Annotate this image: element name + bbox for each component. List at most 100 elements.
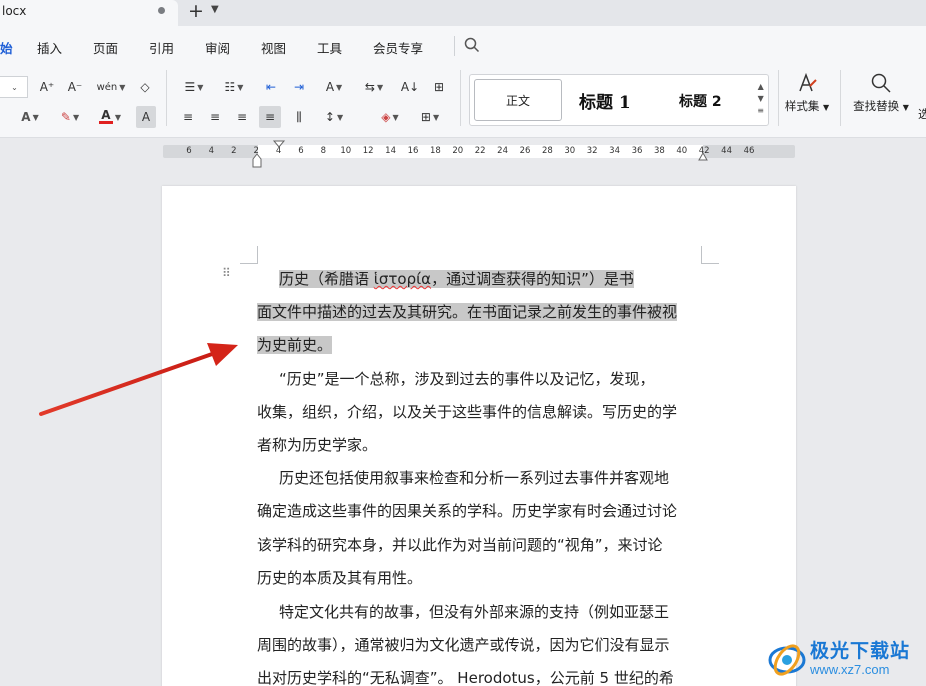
- shading-button[interactable]: ◈ ▼: [374, 106, 406, 128]
- highlighter-icon: ✎: [60, 110, 71, 124]
- style-set-button[interactable]: 样式集 ▼: [778, 72, 836, 114]
- paragraph-line: 收集，组织，介绍，以及关于这些事件的信息解读。写历史的学: [257, 403, 678, 421]
- style-heading-1[interactable]: 标题 1: [579, 88, 631, 113]
- clear-format-button[interactable]: ◇: [134, 76, 156, 98]
- ruler-tick-label: 46: [743, 146, 755, 156]
- style-normal[interactable]: 正文: [474, 79, 562, 121]
- ruler-tick-label: 4: [208, 146, 215, 156]
- numbered-list-icon: ☷: [224, 80, 236, 94]
- ruler-tick-label: 2: [231, 146, 237, 156]
- align-center-button[interactable]: ≡: [205, 106, 225, 128]
- group-divider: [166, 70, 167, 126]
- bullet-list-icon: ☰: [184, 80, 196, 94]
- paragraph-line: 特定文化共有的故事，但没有外部来源的支持（例如亚瑟王: [279, 603, 670, 621]
- unsaved-dot-icon[interactable]: [158, 7, 165, 14]
- magnifier-icon: [871, 73, 891, 93]
- ruler-tick-label: 22: [474, 146, 486, 156]
- ruler-tick-label: 44: [721, 146, 732, 156]
- border-button[interactable]: ⊞ ▼: [414, 106, 446, 128]
- drag-handle-icon[interactable]: ⠿: [222, 267, 231, 279]
- style-gallery: 正文 标题 1 标题 2 ▲ ▼ ≡: [469, 74, 769, 126]
- paint-bucket-icon: ◈: [381, 110, 391, 124]
- document-page[interactable]: ⠿ 历史（希腊语 ἱστορία，通过调查获得的知识”）是书 面文件中描述的过去…: [162, 186, 796, 686]
- tab-menu-chevron-icon[interactable]: ▼: [211, 4, 219, 15]
- ruler-tick-label: 6: [298, 146, 304, 156]
- group-divider: [840, 70, 841, 126]
- ruler-tick-label: 12: [362, 146, 374, 156]
- text-effect-button[interactable]: A ▼: [14, 106, 46, 128]
- new-tab-button[interactable]: +: [188, 1, 204, 21]
- paragraph-line: 历史还包括使用叙事来检查和分析一系列过去事件并客观地: [279, 469, 670, 487]
- ribbon: 始 插入 页面 引用 审阅 视图 工具 会员专享 ⌄ A⁺ A⁻ wén ▼ ◇ …: [0, 26, 926, 138]
- paragraph-line: 周围的故事），通常被归为文化遗产或传说，因为它们没有显示: [257, 636, 670, 654]
- table-icon: ⊞: [433, 80, 445, 94]
- spellcheck-word: ἱστορία: [373, 270, 432, 288]
- chevron-down-icon: ⌄: [11, 82, 18, 92]
- ruler-tick-label: 24: [497, 146, 508, 156]
- border-icon: ⊞: [420, 110, 431, 124]
- select-button[interactable]: 选: [918, 106, 926, 122]
- search-icon[interactable]: [463, 36, 481, 54]
- shrink-font-button[interactable]: A⁻: [64, 76, 86, 98]
- gallery-scroll-control[interactable]: ▲ ▼ ≡: [757, 81, 764, 117]
- first-line-indent-marker-icon[interactable]: [272, 139, 286, 153]
- ruler-tick-label: 6: [186, 146, 192, 156]
- spacing-button[interactable]: ⇆ ▼: [358, 76, 390, 98]
- ruler-tick-label: 32: [586, 146, 598, 156]
- ruler-tick-label: 14: [385, 146, 396, 156]
- find-replace-button[interactable]: 查找替换 ▼: [848, 72, 914, 114]
- paragraph-mark-button[interactable]: A↓: [398, 76, 422, 98]
- align-right-button[interactable]: ≡: [232, 106, 252, 128]
- ruler-tick-label: 10: [340, 146, 352, 156]
- paragraph-line: 历史（希腊语 ἱστορία，通过调查获得的知识”）是书: [279, 270, 634, 288]
- highlight-button[interactable]: ✎ ▼: [54, 106, 86, 128]
- document-tab-title: locx: [2, 4, 27, 18]
- phonetic-guide-button[interactable]: wén ▼: [94, 76, 128, 98]
- ruler-tick-label: 28: [541, 146, 553, 156]
- menu-insert[interactable]: 插入: [37, 38, 62, 57]
- style-heading-2[interactable]: 标题 2: [679, 91, 722, 111]
- menu-page[interactable]: 页面: [93, 38, 118, 57]
- ruler-tick-label: 26: [519, 146, 531, 156]
- distribute-button[interactable]: ⫼: [288, 106, 310, 128]
- document-tab[interactable]: locx: [0, 0, 178, 26]
- line-spacing-button[interactable]: ↕ ▼: [318, 106, 350, 128]
- ruler-tick-label: 16: [407, 146, 419, 156]
- watermark-title: 极光下载站: [810, 640, 911, 662]
- table-button[interactable]: ⊞: [428, 76, 450, 98]
- left-indent-marker-icon[interactable]: [251, 151, 263, 169]
- align-left-button[interactable]: ≡: [178, 106, 198, 128]
- ruler-tick-label: 30: [564, 146, 576, 156]
- outdent-button[interactable]: ⇤: [260, 76, 282, 98]
- menu-tools[interactable]: 工具: [317, 38, 342, 57]
- menu-member[interactable]: 会员专享: [373, 38, 423, 57]
- justify-button[interactable]: ≡: [259, 106, 281, 128]
- text-direction-button[interactable]: A ▼: [318, 76, 350, 98]
- grow-font-button[interactable]: A⁺: [36, 76, 58, 98]
- bullets-button[interactable]: ☰ ▼: [178, 76, 210, 98]
- margin-corner-marker: [701, 246, 719, 264]
- menu-references[interactable]: 引用: [149, 38, 174, 57]
- char-shading-button[interactable]: A: [136, 106, 156, 128]
- ruler-tick-label: 34: [609, 146, 620, 156]
- paragraph-line: 面文件中描述的过去及其研究。在书面记录之前发生的事件被视: [257, 303, 678, 321]
- paragraph-line: 历史的本质及其有用性。: [257, 569, 423, 587]
- menu-divider: [454, 36, 455, 56]
- menu-review[interactable]: 审阅: [205, 38, 230, 57]
- watermark-logo: 极光下载站 www.xz7.com: [766, 634, 926, 686]
- paragraph-line: 该学科的研究本身，并以此作为对当前问题的“视角”，来讨论: [257, 536, 663, 554]
- ruler-tick-label: 38: [653, 146, 665, 156]
- paragraph-line: 出对历史学科的“无私调查”。 Herodotus，公元前 5 世纪的希: [257, 669, 674, 686]
- menu-view[interactable]: 视图: [261, 38, 286, 57]
- ruler-tick-label: 36: [631, 146, 643, 156]
- ruler-tick-label: 18: [429, 146, 441, 156]
- menu-home[interactable]: 始: [0, 38, 13, 57]
- font-size-dropdown[interactable]: ⌄: [0, 76, 28, 98]
- paragraph-line: 为史前史。: [257, 336, 333, 354]
- paragraph-line: 确定造成这些事件的因果关系的学科。历史学家有时会通过讨论: [257, 502, 678, 520]
- ruler-tick-label: 40: [676, 146, 688, 156]
- numbering-button[interactable]: ☷ ▼: [218, 76, 250, 98]
- font-color-button[interactable]: A ▼: [94, 106, 126, 128]
- indent-button[interactable]: ⇥: [288, 76, 310, 98]
- right-indent-marker-icon[interactable]: [697, 150, 709, 162]
